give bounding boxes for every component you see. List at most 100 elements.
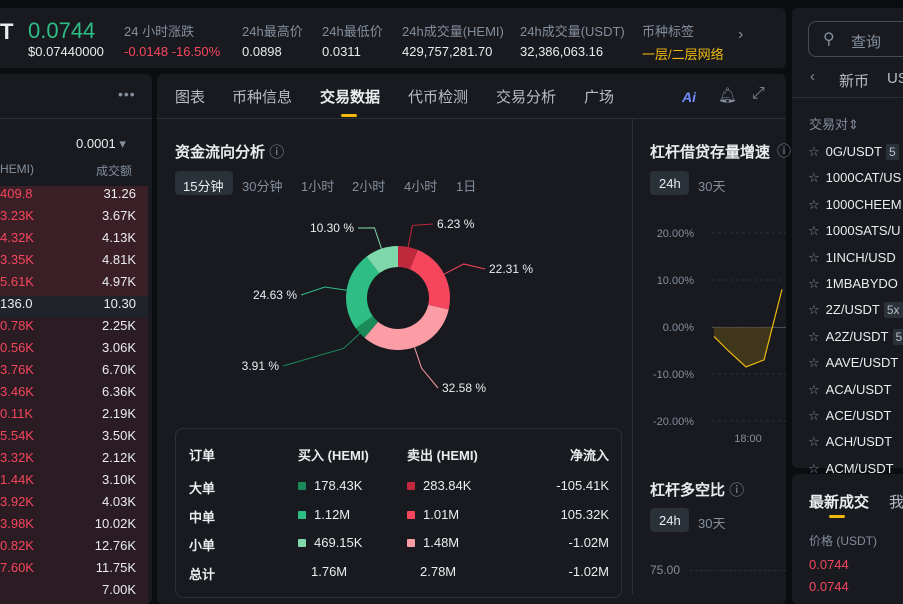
donut-leader: [408, 224, 433, 247]
timeframe-5[interactable]: 1日: [456, 176, 476, 195]
orderbook-row[interactable]: 3.23K3.67K: [0, 208, 148, 230]
leverage-badge: 5: [886, 144, 899, 160]
pair-row[interactable]: ☆1000CHEEM: [808, 197, 902, 213]
expand-icon[interactable]: ⤢: [752, 85, 765, 103]
chevron-left-icon[interactable]: ‹: [810, 68, 815, 85]
star-icon[interactable]: ☆: [808, 144, 820, 159]
flow-table: [175, 428, 622, 598]
stat-value[interactable]: 一层/二层网络: [642, 44, 724, 63]
orderbook-row[interactable]: 3.76K6.70K: [0, 362, 148, 384]
stat-value: 0.0898: [242, 44, 282, 59]
pair-row[interactable]: ☆A2Z/USDT5: [808, 329, 903, 345]
flow-sell: 1.01M: [407, 507, 459, 522]
timeframe-1[interactable]: 30分钟: [242, 176, 282, 195]
tab-3[interactable]: 代币检测: [408, 86, 468, 107]
search-input[interactable]: ⚲ 查询: [808, 21, 903, 57]
long-short-ytick: 75.00: [650, 563, 680, 577]
chevron-right-icon[interactable]: ›: [738, 26, 743, 44]
star-icon[interactable]: ☆: [808, 276, 820, 291]
tab-4[interactable]: 交易分析: [496, 86, 556, 107]
ytick-label: -20.00%: [653, 416, 694, 428]
flow-net: -105.41K: [556, 478, 609, 493]
timeframe-0[interactable]: 15分钟: [183, 176, 223, 195]
orderbook-row[interactable]: 3.98K10.02K: [0, 516, 148, 538]
orderbook-row[interactable]: 0.11K2.19K: [0, 406, 148, 428]
pair-row[interactable]: ☆1INCH/USD: [808, 250, 896, 266]
orderbook-row[interactable]: 3.32K2.12K: [0, 450, 148, 472]
timeframe-3[interactable]: 2小时: [352, 176, 385, 195]
star-icon[interactable]: ☆: [808, 355, 820, 370]
last-price: 0.0744: [28, 18, 95, 44]
tab-2[interactable]: 交易数据: [320, 86, 380, 107]
pair-row[interactable]: ☆AAVE/USDT: [808, 355, 898, 371]
star-icon[interactable]: ☆: [808, 197, 820, 212]
orderbook-row[interactable]: 1.44K3.10K: [0, 472, 148, 494]
stat-label: 币种标签: [642, 21, 694, 40]
donut-slice[interactable]: [364, 305, 448, 350]
stat-value: 0.0311: [322, 44, 361, 59]
star-icon[interactable]: ☆: [808, 329, 820, 344]
donut-label: 22.31 %: [489, 262, 533, 276]
flow-row-name: 总计: [189, 564, 215, 583]
orderbook-row[interactable]: 409.831.26: [0, 186, 148, 208]
more-icon[interactable]: •••: [118, 86, 136, 102]
orderbook-row[interactable]: 5.61K4.97K: [0, 274, 148, 296]
donut-slice[interactable]: [410, 250, 450, 310]
pair-row[interactable]: ☆1000SATS/U: [808, 223, 901, 239]
timeframe-2[interactable]: 1小时: [301, 176, 334, 195]
orderbook-row[interactable]: 7.00K: [0, 582, 148, 604]
orderbook-row[interactable]: 0.82K12.76K: [0, 538, 148, 560]
bell-icon[interactable]: 🔔︎: [718, 86, 737, 104]
star-icon[interactable]: ☆: [808, 408, 820, 423]
tab-5[interactable]: 广场: [584, 86, 614, 107]
pair-row[interactable]: ☆0G/USDT5: [808, 144, 899, 160]
star-icon[interactable]: ☆: [808, 382, 820, 397]
orderbook-row[interactable]: 5.54K3.50K: [0, 428, 148, 450]
col-pair[interactable]: 交易对⇕: [809, 114, 859, 133]
orderbook-row[interactable]: 0.56K3.06K: [0, 340, 148, 362]
leverage-badge: 5x: [884, 302, 903, 318]
legend-dot: [407, 511, 415, 519]
timeframe-30d[interactable]: 30天: [698, 176, 725, 195]
star-icon[interactable]: ☆: [808, 223, 820, 238]
precision-select[interactable]: 0.0001 ▾: [76, 136, 126, 152]
star-icon[interactable]: ☆: [808, 250, 820, 265]
tab-trades-2[interactable]: 我: [889, 491, 903, 512]
ai-icon[interactable]: Ai: [682, 89, 696, 105]
long-short-title: 杠杆多空比 ⓘ: [650, 479, 744, 500]
tab-new-coins[interactable]: 新币: [839, 70, 869, 91]
orderbook-row[interactable]: 3.35K4.81K: [0, 252, 148, 274]
margin-loan-title: 杠杆借贷存量增速: [650, 141, 770, 162]
donut-slice[interactable]: [346, 257, 379, 329]
tab-latest-trades[interactable]: 最新成交: [809, 491, 869, 512]
pair-row[interactable]: ☆ACH/USDT: [808, 434, 892, 450]
info-icon[interactable]: ⓘ: [729, 482, 744, 499]
price-col: 价格 (USDT): [809, 532, 877, 549]
orderbook-row[interactable]: 0.78K2.25K: [0, 318, 148, 340]
pair-row[interactable]: ☆1MBABYDO: [808, 276, 898, 292]
info-icon[interactable]: ⓘ: [269, 144, 284, 161]
orderbook-row[interactable]: 7.60K11.75K: [0, 560, 148, 582]
pair-row[interactable]: ☆ACE/USDT: [808, 408, 891, 424]
timeframe-24h[interactable]: 24h: [659, 176, 681, 191]
tab-us[interactable]: US: [887, 70, 903, 87]
pair-row[interactable]: ☆2Z/USDT5x: [808, 302, 903, 318]
orderbook-row[interactable]: 3.46K6.36K: [0, 384, 148, 406]
orderbook-row[interactable]: 3.92K4.03K: [0, 494, 148, 516]
timeframe-30d[interactable]: 30天: [698, 513, 725, 532]
tab-0[interactable]: 图表: [175, 86, 205, 107]
pair-row[interactable]: ☆ACA/USDT: [808, 382, 891, 398]
stat-label: 24h成交量(HEMI): [402, 21, 504, 40]
star-icon[interactable]: ☆: [808, 170, 820, 185]
tab-1[interactable]: 币种信息: [232, 86, 292, 107]
info-icon[interactable]: ⓘ: [777, 141, 791, 161]
star-icon[interactable]: ☆: [808, 302, 820, 317]
flow-row-name: 小单: [189, 535, 215, 554]
timeframe-4[interactable]: 4小时: [404, 176, 437, 195]
star-icon[interactable]: ☆: [808, 434, 820, 449]
orderbook-row[interactable]: 4.32K4.13K: [0, 230, 148, 252]
margin-loan-chart: 20.00%10.00%0.00%-10.00%-20.00%18:00: [640, 220, 786, 450]
pair-row[interactable]: ☆1000CAT/US: [808, 170, 901, 186]
legend-dot: [298, 539, 306, 547]
timeframe-24h[interactable]: 24h: [659, 513, 681, 528]
